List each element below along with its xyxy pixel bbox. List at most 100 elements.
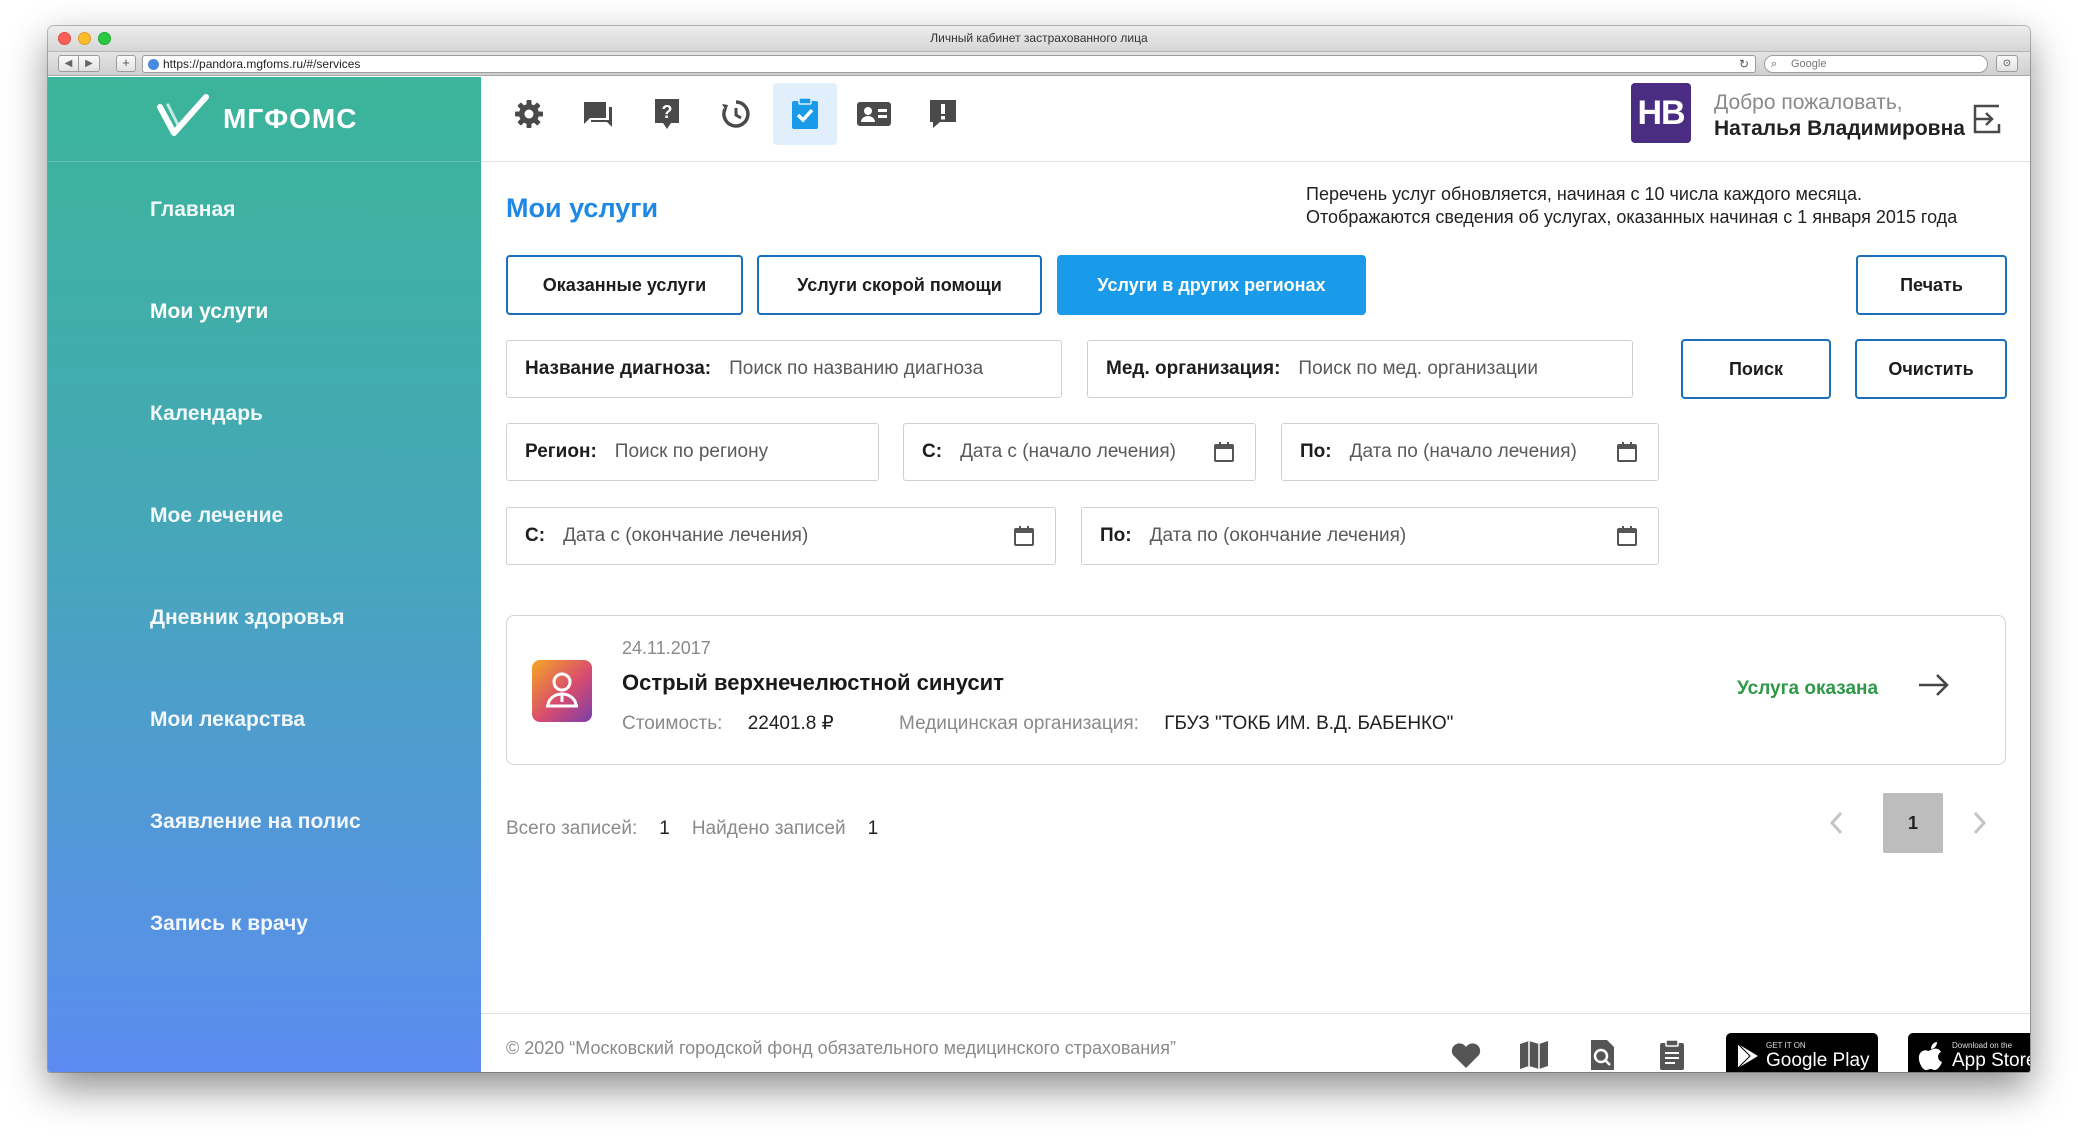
reload-icon[interactable]: ↻ — [1739, 56, 1749, 72]
alert-icon — [930, 100, 956, 128]
new-tab-button[interactable]: + — [116, 55, 136, 72]
tab-emergency-services[interactable]: Услуги скорой помощи — [757, 255, 1042, 315]
organization-placeholder: Поиск по мед. организации — [1298, 358, 1539, 379]
app-store-badge[interactable]: Download on the App Store — [1908, 1033, 2030, 1072]
organization-label: Медицинская организация: — [899, 713, 1139, 734]
nav-buttons: ◀ ▶ — [58, 55, 100, 72]
logo[interactable]: МГФОМС — [48, 77, 481, 162]
calendar-icon[interactable] — [1616, 525, 1638, 547]
tab-provided-services[interactable]: Оказанные услуги — [506, 255, 743, 315]
avatar[interactable]: НВ — [1631, 83, 1691, 143]
contacts-button[interactable] — [842, 83, 906, 145]
diagnosis-placeholder: Поиск по названию диагноза — [729, 358, 984, 379]
end-date-to-field[interactable]: По: Дата по (окончание лечения) — [1081, 507, 1659, 565]
record-meta: Стоимость: 22401.8 ₽ Медицинская организ… — [622, 712, 1453, 735]
globe-icon — [148, 59, 159, 70]
search-button[interactable]: Поиск — [1681, 339, 1831, 399]
end-date-from-placeholder: Дата с (окончание лечения) — [563, 525, 809, 546]
chevron-right-icon[interactable] — [1969, 809, 1989, 837]
region-placeholder: Поиск по региону — [614, 441, 769, 462]
sidebar-item-my-medicines[interactable]: Мои лекарства — [48, 705, 481, 807]
notifications-button[interactable] — [911, 83, 975, 145]
window-title: Личный кабинет застрахованного лица — [930, 31, 1148, 45]
sidebar-item-calendar[interactable]: Календарь — [48, 399, 481, 501]
calendar-icon[interactable] — [1013, 525, 1035, 547]
settings-button[interactable] — [497, 83, 561, 145]
end-date-from-label: С: — [525, 525, 546, 546]
browser-toolbar: ◀ ▶ + https://pandora.mgfoms.ru/#/servic… — [48, 52, 2030, 76]
chevron-left-icon[interactable] — [1827, 809, 1847, 837]
sidebar-item-my-treatment[interactable]: Мое лечение — [48, 501, 481, 603]
downloads-icon[interactable]: ⊙ — [1996, 55, 2018, 72]
footer: © 2020 “Московский городской фонд обязат… — [481, 1013, 2030, 1072]
copyright: © 2020 “Московский городской фонд обязат… — [506, 1038, 1176, 1058]
sidebar-item-health-diary[interactable]: Дневник здоровья — [48, 603, 481, 705]
sidebar-item-policy-application[interactable]: Заявление на полис — [48, 807, 481, 909]
main-content: Мои услуги Перечень услуг обновляется, н… — [481, 163, 2030, 985]
start-date-to-placeholder: Дата по (начало лечения) — [1349, 441, 1577, 462]
logout-icon[interactable] — [1971, 103, 2003, 135]
screen: Личный кабинет застрахованного лица ◀ ▶ … — [0, 0, 2078, 1142]
services-icon — [792, 97, 818, 129]
services-button[interactable] — [773, 83, 837, 145]
arrow-right-icon[interactable] — [1917, 670, 1951, 700]
notice-line-1: Перечень услуг обновляется, начиная с 10… — [1306, 184, 1862, 204]
diagnosis-field[interactable]: Название диагноза: Поиск по названию диа… — [506, 340, 1062, 398]
end-date-to-label: По: — [1100, 525, 1132, 546]
chat-icon — [584, 102, 612, 127]
map-icon[interactable] — [1517, 1038, 1551, 1072]
google-play-icon — [1737, 1043, 1758, 1069]
end-date-from-field[interactable]: С: Дата с (окончание лечения) — [506, 507, 1056, 565]
top-header: ? НВ Добро пожаловать, Наталья Владимиро… — [481, 77, 2030, 162]
total-value: 1 — [659, 818, 670, 839]
history-button[interactable] — [704, 83, 768, 145]
start-date-to-label: По: — [1300, 441, 1332, 462]
sidebar-item-my-services[interactable]: Мои услуги — [48, 297, 481, 399]
page-number-current[interactable]: 1 — [1883, 793, 1943, 853]
end-date-to-placeholder: Дата по (окончание лечения) — [1149, 525, 1407, 546]
sidebar-item-main[interactable]: Главная — [48, 195, 481, 297]
app: МГФОМС Главная Мои услуги Календарь Мое … — [48, 77, 2030, 1072]
organization-label: Мед. организация: — [1106, 358, 1281, 379]
page-title: Мои услуги — [506, 193, 659, 223]
document-search-icon[interactable] — [1586, 1038, 1620, 1072]
found-label: Найдено записей — [691, 818, 846, 839]
apple-icon — [1918, 1042, 1942, 1070]
total-label: Всего записей: — [506, 818, 638, 839]
logo-check-icon — [157, 94, 209, 136]
messages-button[interactable] — [566, 83, 630, 145]
clear-button[interactable]: Очистить — [1855, 339, 2007, 399]
service-record-card[interactable]: 24.11.2017 Острый верхнечелюстной синуси… — [506, 615, 2006, 765]
cost-label: Стоимость: — [622, 713, 723, 734]
start-date-from-placeholder: Дата с (начало лечения) — [960, 441, 1176, 462]
browser-search-placeholder: Google — [1791, 58, 1827, 70]
window-titlebar: Личный кабинет застрахованного лица — [48, 26, 2030, 52]
start-date-from-field[interactable]: С: Дата с (начало лечения) — [903, 423, 1256, 481]
calendar-icon[interactable] — [1213, 441, 1235, 463]
address-bar[interactable]: https://pandora.mgfoms.ru/#/services ↻ — [142, 55, 1756, 73]
app-store-text: App Store — [1952, 1050, 2030, 1071]
heart-icon[interactable] — [1449, 1038, 1483, 1072]
print-button[interactable]: Печать — [1856, 255, 2007, 315]
help-button[interactable]: ? — [635, 83, 699, 145]
user-name: Наталья Владимировна — [1714, 117, 1965, 140]
doctor-icon — [532, 660, 592, 722]
calendar-icon[interactable] — [1616, 441, 1638, 463]
sidebar: МГФОМС Главная Мои услуги Календарь Мое … — [48, 77, 481, 1072]
start-date-to-field[interactable]: По: Дата по (начало лечения) — [1281, 423, 1659, 481]
forward-button[interactable]: ▶ — [79, 55, 100, 72]
logo-text: МГФОМС — [223, 103, 358, 134]
back-button[interactable]: ◀ — [58, 55, 79, 72]
sidebar-item-doctor-appointment[interactable]: Запись к врачу — [48, 909, 481, 1011]
region-label: Регион: — [525, 441, 597, 462]
region-field[interactable]: Регион: Поиск по региону — [506, 423, 879, 481]
history-icon — [722, 100, 750, 128]
google-play-badge[interactable]: GET IT ON Google Play — [1726, 1033, 1878, 1072]
tab-other-regions[interactable]: Услуги в других регионах — [1057, 255, 1366, 315]
status-badge: Услуга оказана — [1737, 678, 1879, 699]
organization-field[interactable]: Мед. организация: Поиск по мед. организа… — [1087, 340, 1633, 398]
browser-search-field[interactable]: ⌕ Google — [1764, 55, 1988, 73]
help-icon: ? — [655, 99, 679, 129]
clipboard-icon[interactable] — [1655, 1038, 1689, 1072]
contacts-icon — [857, 102, 891, 126]
